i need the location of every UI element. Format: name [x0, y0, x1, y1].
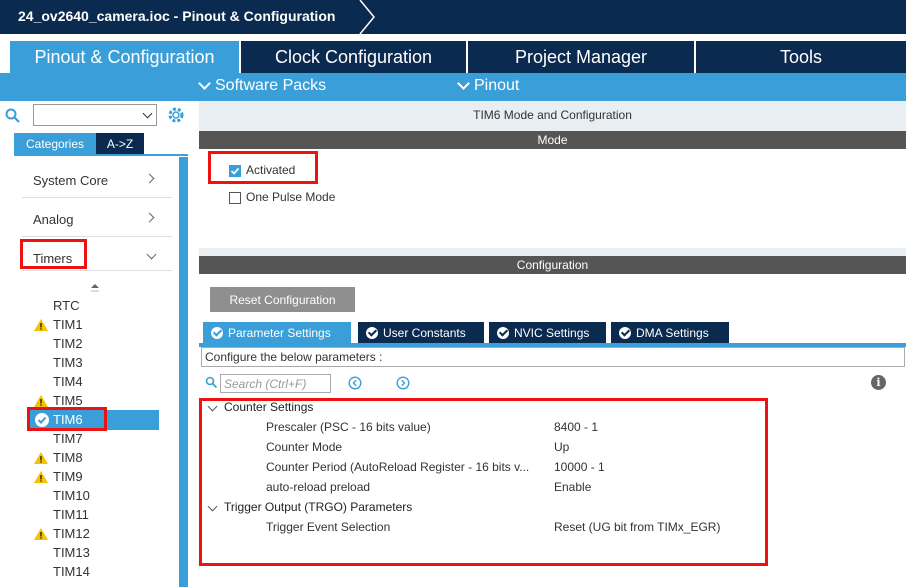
- window-title: 24_ov2640_camera.ioc - Pinout & Configur…: [18, 8, 336, 24]
- sidebar-item-rtc[interactable]: RTC: [53, 296, 79, 315]
- configure-description: Configure the below parameters :: [201, 347, 905, 367]
- mode-header: Mode: [199, 131, 906, 149]
- sidebar-item-tim11[interactable]: TIM11: [53, 505, 89, 524]
- sidebar-item-tim1[interactable]: TIM1: [53, 315, 83, 334]
- previous-icon[interactable]: [348, 376, 362, 390]
- check-circle-icon: [211, 326, 223, 339]
- title-bar: 24_ov2640_camera.ioc - Pinout & Configur…: [0, 0, 906, 34]
- chevron-down-icon: [198, 77, 211, 90]
- tab-user-constants[interactable]: User Constants: [358, 322, 484, 343]
- sidebar-item-tim10[interactable]: TIM10: [53, 486, 90, 505]
- breadcrumb-arrow-icon: [359, 0, 375, 34]
- sort-icon[interactable]: [90, 283, 100, 293]
- tab-categories[interactable]: Categories: [14, 133, 96, 154]
- search-icon[interactable]: [4, 107, 22, 125]
- check-circle-icon: [497, 326, 509, 339]
- sidebar-item-tim7[interactable]: TIM7: [53, 429, 83, 448]
- highlight-box-timers: [20, 239, 87, 269]
- divider: [22, 236, 172, 237]
- check-circle-icon: [619, 326, 631, 339]
- warning-icon: [34, 528, 48, 540]
- pinout-label: Pinout: [474, 77, 520, 94]
- pinout-menu[interactable]: Pinout: [457, 77, 520, 95]
- software-packs-menu[interactable]: Software Packs: [198, 77, 327, 95]
- sidebar-scrollbar[interactable]: [179, 157, 188, 587]
- tab-a-to-z[interactable]: A->Z: [96, 133, 144, 154]
- page-title: TIM6 Mode and Configuration: [473, 108, 632, 122]
- one-pulse-mode-label: One Pulse Mode: [246, 190, 336, 204]
- tab-user-constants-label: User Constants: [383, 325, 466, 340]
- chevron-down-icon: [457, 77, 470, 90]
- sidebar-item-tim3[interactable]: TIM3: [53, 353, 83, 372]
- sidebar-item-tim4[interactable]: TIM4: [53, 372, 83, 391]
- chevron-down-icon: [142, 108, 153, 119]
- warning-icon: [34, 319, 48, 331]
- tab-parameter-settings[interactable]: Parameter Settings: [203, 322, 351, 343]
- tab-pinout-configuration[interactable]: Pinout & Configuration: [10, 41, 239, 73]
- reset-configuration-button[interactable]: Reset Configuration: [210, 287, 355, 312]
- sidebar-item-tim2[interactable]: TIM2: [53, 334, 83, 353]
- sidebar-item-tim14[interactable]: TIM14: [53, 562, 90, 581]
- tab-clock-configuration[interactable]: Clock Configuration: [241, 41, 466, 73]
- parameter-search-input[interactable]: Search (Ctrl+F): [220, 374, 331, 393]
- tab-tools[interactable]: Tools: [696, 41, 906, 73]
- tab-parameter-settings-label: Parameter Settings: [228, 325, 331, 340]
- gear-icon[interactable]: [166, 105, 186, 125]
- warning-icon: [34, 471, 48, 483]
- highlight-box-tim6: [27, 407, 107, 431]
- check-circle-icon: [366, 326, 378, 339]
- sidebar-item-tim9[interactable]: TIM9: [53, 467, 83, 486]
- configuration-header: Configuration: [199, 256, 906, 274]
- divider: [22, 197, 172, 198]
- divider: [22, 270, 172, 271]
- sidebar-item-tim12[interactable]: TIM12: [53, 524, 90, 543]
- sidebar-item-tim8[interactable]: TIM8: [53, 448, 83, 467]
- highlight-box-parameters: [199, 398, 768, 566]
- sidebar-item-system-core[interactable]: System Core: [33, 173, 108, 188]
- highlight-box-activated: [208, 151, 318, 184]
- one-pulse-mode-checkbox[interactable]: [229, 192, 241, 204]
- search-icon: [205, 376, 218, 389]
- tab-dma-settings[interactable]: DMA Settings: [611, 322, 729, 343]
- tab-nvic-settings-label: NVIC Settings: [514, 325, 590, 340]
- sidebar-item-tim13[interactable]: TIM13: [53, 543, 90, 562]
- sidebar-item-analog[interactable]: Analog: [33, 212, 73, 227]
- warning-icon: [34, 395, 48, 407]
- next-icon[interactable]: [396, 376, 410, 390]
- sidebar-tab-underline: [14, 154, 188, 156]
- software-packs-label: Software Packs: [215, 77, 327, 94]
- category-search-combo[interactable]: [33, 104, 157, 126]
- tab-nvic-settings[interactable]: NVIC Settings: [489, 322, 606, 343]
- tab-dma-settings-label: DMA Settings: [636, 325, 709, 340]
- warning-icon: [34, 452, 48, 464]
- sub-toolbar: [0, 73, 906, 101]
- info-icon[interactable]: i: [871, 375, 886, 390]
- tab-project-manager[interactable]: Project Manager: [468, 41, 694, 73]
